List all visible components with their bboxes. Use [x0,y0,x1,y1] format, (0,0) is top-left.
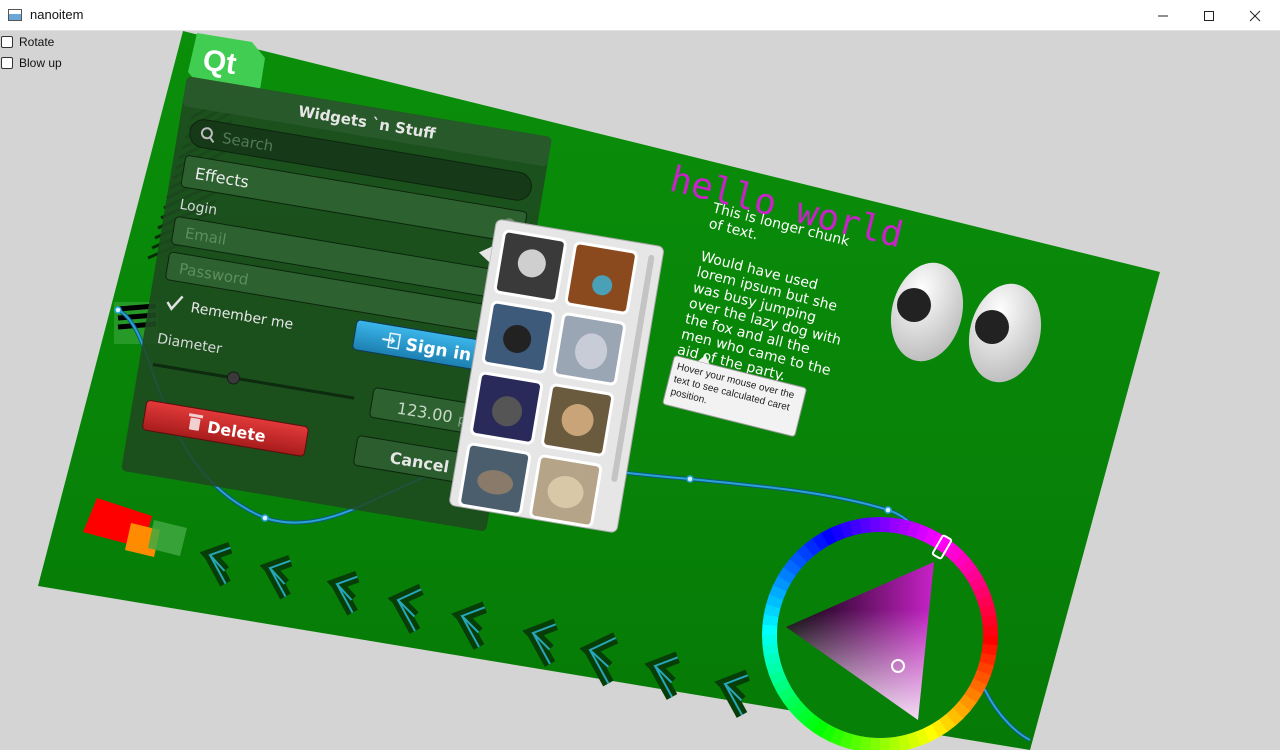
nano-canvas[interactable]: Qt Widgets `n Stuff Search Effects Login… [0,31,1280,750]
right-pupil [975,310,1009,344]
graph-point [261,514,269,522]
hue-ring-segment [982,624,998,636]
maximize-button[interactable] [1186,0,1232,31]
minimize-icon [1158,15,1168,16]
title-bar: nanoitem [0,0,1280,31]
app-icon [8,9,22,21]
left-pupil [897,288,931,322]
rotate-label: Rotate [19,34,55,49]
graph-point [114,306,122,314]
options-panel: Rotate Blow up [0,31,62,73]
close-button[interactable] [1232,0,1278,31]
color-wheel[interactable] [762,517,998,750]
blowup-checkbox[interactable]: Blow up [0,52,62,73]
hue-ring-segment [879,737,891,750]
window-title: nanoitem [30,7,84,22]
hue-ring-segment [869,517,881,533]
rotate-checkbox-box[interactable] [1,35,13,48]
close-icon [1249,10,1261,21]
minimize-button[interactable] [1140,0,1186,31]
svg-text:Qt: Qt [201,44,239,81]
rotate-checkbox[interactable]: Rotate [0,31,62,52]
maximize-icon [1204,10,1214,21]
blowup-label: Blow up [19,55,62,70]
graph-point [884,506,892,514]
hue-ring-segment [762,634,778,646]
graph-point [686,475,694,483]
blowup-checkbox-box[interactable] [1,56,13,69]
